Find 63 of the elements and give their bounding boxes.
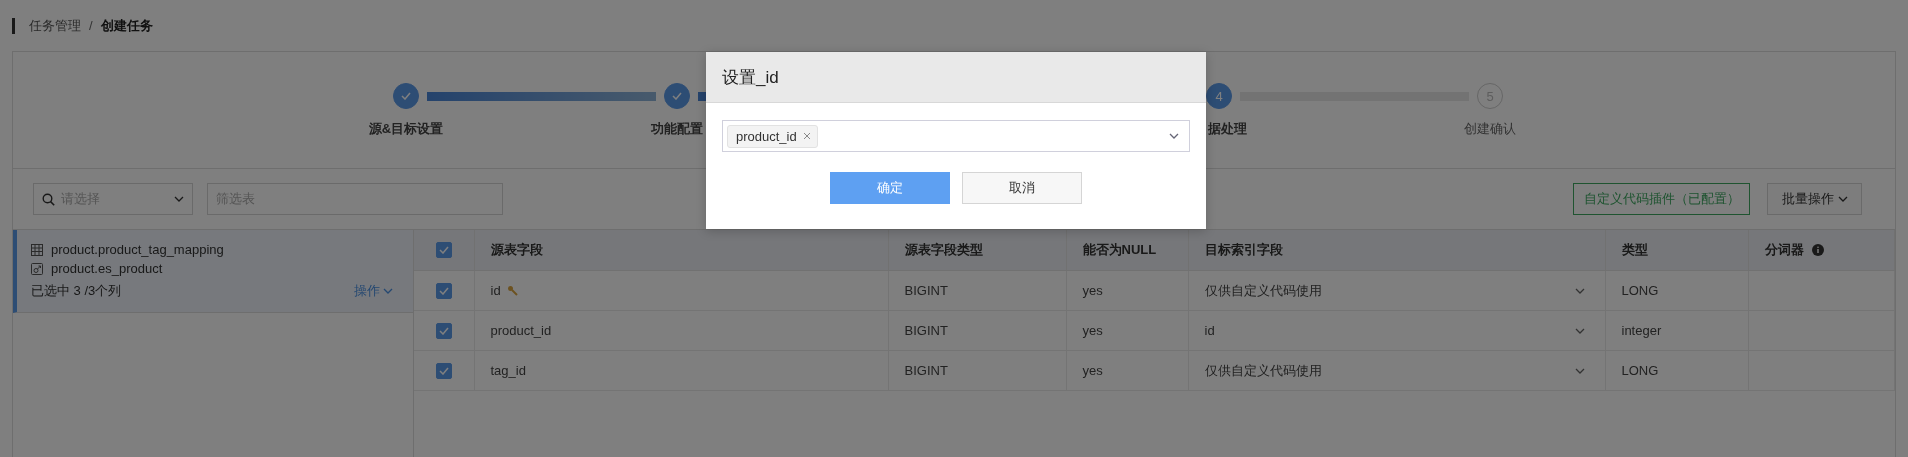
check-icon	[438, 366, 449, 375]
chevron-down-icon	[383, 288, 393, 294]
chevron-down-icon	[1169, 133, 1179, 139]
table-cell: BIGINT	[904, 283, 948, 298]
column-header: 源表字段	[490, 242, 543, 257]
selection-summary: 已选中 3 /3个列	[31, 282, 122, 300]
row-checkbox[interactable]	[435, 322, 452, 339]
cancel-button[interactable]: 取消	[962, 172, 1082, 204]
chevron-down-icon	[1837, 196, 1848, 202]
breadcrumb-separator: /	[89, 18, 93, 33]
check-icon	[438, 246, 449, 254]
table-cell: yes	[1082, 363, 1103, 378]
table-cell: yes	[1082, 283, 1103, 298]
column-header: 类型	[1621, 242, 1648, 257]
table-list-item[interactable]: product.product_tag_mapping product.es_product 已选中 3 /3个列 操作	[13, 230, 413, 313]
step-label: 源&目标设置	[368, 120, 444, 138]
code-plugin-button[interactable]: 自定义代码插件（已配置）	[1573, 183, 1750, 215]
chevron-down-icon	[174, 196, 184, 202]
field-multi-select[interactable]: product_id	[722, 120, 1190, 152]
chevron-down-icon	[1574, 327, 1585, 334]
column-header: 能否为NULL	[1082, 242, 1157, 257]
table-cell: LONG	[1621, 283, 1659, 298]
check-icon	[401, 92, 411, 100]
target-index-name: product.es_product	[51, 261, 163, 276]
table-cell: BIGINT	[904, 323, 948, 338]
actions-link[interactable]: 操作	[354, 282, 393, 300]
target-field-select[interactable]: 仅供自定义代码使用	[1204, 361, 1589, 380]
confirm-button[interactable]: 确定	[830, 172, 950, 204]
step-label: 创建确认	[1464, 120, 1516, 138]
check-icon	[672, 92, 682, 100]
index-icon	[31, 262, 43, 275]
table-cell: yes	[1082, 323, 1103, 338]
target-field-select[interactable]: 仅供自定义代码使用	[1204, 281, 1589, 300]
breadcrumb-item[interactable]: 任务管理	[29, 16, 81, 35]
table-cell: id	[490, 283, 501, 298]
table-cell: tag_id	[490, 363, 526, 378]
column-header: 分词器	[1764, 241, 1804, 259]
step-label: 据处理	[1208, 120, 1247, 138]
table-cell: LONG	[1621, 363, 1659, 378]
table-icon	[31, 243, 43, 256]
batch-actions-button[interactable]: 批量操作	[1767, 183, 1862, 215]
selected-tag: product_id	[727, 124, 818, 148]
step-circle: 4	[1206, 83, 1232, 109]
table-cell: product_id	[490, 323, 552, 338]
column-header: 源表字段类型	[904, 242, 983, 257]
target-field-select[interactable]: id	[1204, 323, 1589, 338]
check-icon	[438, 326, 449, 335]
table-cell: integer	[1621, 323, 1662, 338]
search-icon	[42, 192, 55, 206]
table-cell: BIGINT	[904, 363, 948, 378]
check-icon	[438, 286, 449, 295]
column-header: 目标索引字段	[1204, 242, 1283, 257]
chevron-down-icon	[1574, 287, 1585, 294]
info-icon	[1811, 244, 1824, 256]
source-table-name: product.product_tag_mapping	[51, 242, 224, 257]
chevron-down-icon	[1574, 367, 1585, 374]
close-icon[interactable]	[802, 132, 811, 140]
select-all-checkbox[interactable]	[435, 242, 452, 258]
row-checkbox[interactable]	[435, 362, 452, 379]
breadcrumb-item: 创建任务	[100, 16, 153, 35]
step-label: 功能配置	[651, 120, 703, 138]
dialog-title: 设置_id	[722, 66, 779, 89]
row-checkbox[interactable]	[435, 282, 452, 299]
